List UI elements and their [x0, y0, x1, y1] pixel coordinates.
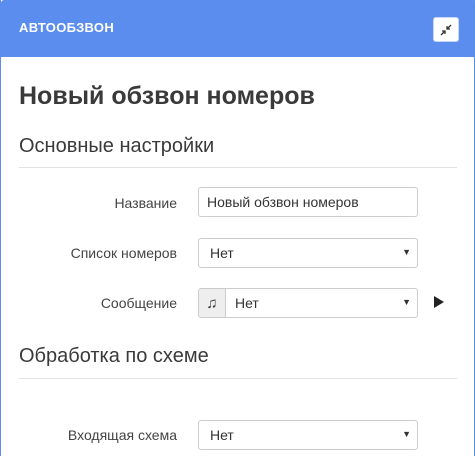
caret-down-icon: ▼ [402, 297, 411, 307]
name-label: Название [114, 195, 177, 211]
collapse-button[interactable] [433, 17, 459, 42]
section-title-basic: Основные настройки [19, 135, 215, 157]
message-input-group: ♫ Нет ▼ [198, 288, 418, 318]
message-value: Нет [235, 295, 259, 311]
divider [19, 378, 457, 379]
incoming-scheme-select[interactable]: Нет ▼ [198, 420, 418, 450]
caret-down-icon: ▼ [402, 247, 411, 257]
play-icon [434, 296, 444, 308]
name-input[interactable] [198, 187, 418, 217]
panel-header: АВТООБЗВОН [1, 0, 475, 57]
play-button[interactable] [433, 295, 445, 309]
incoming-scheme-value: Нет [210, 427, 234, 443]
autodial-panel: АВТООБЗВОН Новый обзвон номеров Основные… [0, 0, 475, 456]
divider [19, 167, 457, 168]
section-title-scheme: Обработка по схеме [19, 345, 209, 367]
incoming-scheme-label: Входящая схема [67, 427, 177, 443]
music-note-icon: ♫ [198, 288, 226, 318]
page-title: Новый обзвон номеров [19, 82, 315, 110]
collapse-arrows-icon [440, 24, 452, 35]
caret-down-icon: ▼ [402, 429, 411, 439]
message-label: Сообщение [100, 295, 177, 311]
message-select[interactable]: Нет ▼ [225, 288, 418, 318]
number-list-label: Список номеров [70, 245, 177, 261]
number-list-value: Нет [210, 245, 234, 261]
number-list-select[interactable]: Нет ▼ [198, 238, 418, 268]
panel-header-title: АВТООБЗВОН [19, 20, 115, 35]
